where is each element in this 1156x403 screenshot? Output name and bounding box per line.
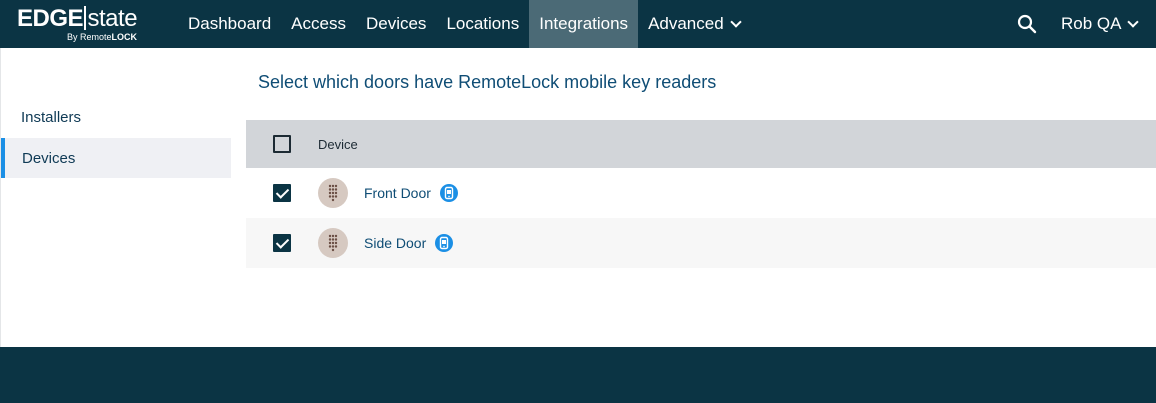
- page-title: Select which doors have RemoteLock mobil…: [258, 72, 717, 92]
- nav-integrations-label: Integrations: [539, 14, 629, 33]
- sidebar-item-installers[interactable]: Installers: [1, 97, 231, 137]
- device-link-side-door[interactable]: Side Door: [364, 235, 426, 251]
- table-header: Device: [246, 120, 1156, 168]
- nav-devices[interactable]: Devices: [356, 0, 436, 48]
- logo-state-text: state: [87, 5, 138, 32]
- nav-dashboard-label: Dashboard: [188, 14, 272, 33]
- device-link-front-door[interactable]: Front Door: [364, 185, 431, 201]
- nav-integrations[interactable]: Integrations: [529, 0, 639, 48]
- device-table: Device Front Door Side Door: [246, 120, 1156, 268]
- logo-byline-suffix: LOCK: [111, 32, 138, 42]
- select-all-checkbox[interactable]: [273, 135, 291, 153]
- page-footer: [0, 347, 1156, 403]
- logo-wordmark: EDGE state: [17, 5, 138, 33]
- sidebar-item-label: Installers: [21, 108, 82, 126]
- row-checkbox-front-door[interactable]: [273, 184, 291, 202]
- logo-edge-text: EDGE: [17, 5, 84, 32]
- chevron-down-icon: [1127, 15, 1140, 28]
- column-header-device: Device: [318, 136, 358, 152]
- nav-locations[interactable]: Locations: [436, 0, 529, 48]
- user-name: Rob QA: [1061, 14, 1122, 33]
- search-icon[interactable]: [1016, 13, 1038, 35]
- keypad-icon: [318, 228, 348, 258]
- keypad-icon: [318, 178, 348, 208]
- sidebar: Installers Devices: [0, 48, 231, 347]
- table-row: Side Door: [246, 218, 1156, 268]
- table-row: Front Door: [246, 168, 1156, 218]
- logo-separator: [84, 6, 86, 30]
- nav-advanced[interactable]: Advanced: [638, 0, 750, 48]
- nav-locations-label: Locations: [446, 14, 520, 33]
- nav-devices-label: Devices: [365, 14, 427, 33]
- nav-advanced-label: Advanced: [648, 14, 724, 33]
- row-checkbox-side-door[interactable]: [273, 234, 291, 252]
- logo-byline-prefix: By Remote: [67, 32, 112, 42]
- edgestate-logo[interactable]: EDGE state By RemoteLOCK: [17, 4, 147, 44]
- nav-access[interactable]: Access: [281, 0, 356, 48]
- main-nav: Dashboard Access Devices Locations Integ…: [178, 0, 750, 48]
- chevron-down-icon: [730, 15, 742, 28]
- mobile-key-icon: [440, 184, 458, 202]
- sidebar-item-label: Devices: [22, 149, 76, 167]
- logo-byline: By RemoteLOCK: [67, 32, 137, 42]
- sidebar-item-devices[interactable]: Devices: [1, 138, 231, 178]
- nav-dashboard[interactable]: Dashboard: [178, 0, 281, 48]
- top-nav-bar: EDGE state By RemoteLOCK Dashboard Access…: [0, 0, 1156, 48]
- nav-access-label: Access: [291, 14, 346, 33]
- mobile-key-icon: [435, 234, 453, 252]
- user-menu[interactable]: Rob QA: [1061, 0, 1140, 48]
